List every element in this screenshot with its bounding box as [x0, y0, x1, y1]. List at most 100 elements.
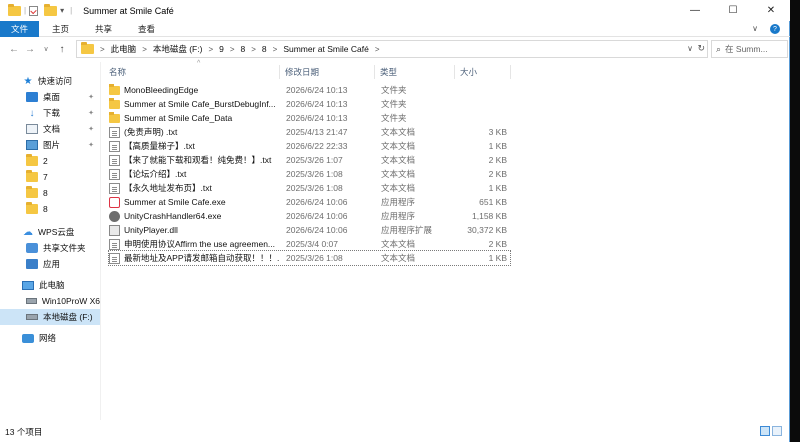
file-name-cell[interactable]: 最新地址及APP请发邮箱自动获取！！！... — [109, 251, 279, 265]
sidebar-quick-access[interactable]: ★ 快速访问 — [0, 73, 100, 89]
sidebar-item-documents[interactable]: 文档 ✦ — [0, 121, 100, 137]
explorer-window: | ▾ | Summer at Smile Café — ☐ ✕ 文件 主页 共… — [0, 0, 790, 442]
properties-icon[interactable] — [29, 5, 39, 16]
file-type: 应用程序扩展 — [381, 225, 433, 235]
column-header-type[interactable]: 类型 — [380, 66, 397, 78]
title-bar: | ▾ | Summer at Smile Café — ☐ ✕ — [0, 0, 790, 21]
sidebar-this-pc[interactable]: 此电脑 — [0, 277, 100, 293]
sidebar-item-label: 2 — [43, 156, 48, 166]
apps-icon — [26, 259, 38, 269]
file-row[interactable]: Summer at Smile Cafe_Data 2026/6/24 10:13… — [109, 111, 510, 125]
file-name-cell[interactable]: (免责声明) .txt — [109, 125, 279, 139]
recent-locations-icon[interactable]: ∨ — [40, 45, 52, 53]
file-row[interactable]: UnityPlayer.dll 2026/6/24 10:06 应用程序扩展 30,3… — [109, 223, 510, 237]
quick-access-dropdown-icon[interactable]: ▾ — [60, 6, 64, 15]
sidebar-item-win10-drive[interactable]: Win10ProW X6 — [0, 293, 100, 309]
file-name-cell[interactable]: 【永久地址发布页】.txt — [109, 181, 279, 195]
file-date: 2025/3/26 1:07 — [286, 155, 343, 165]
breadcrumb-current-folder[interactable]: Summer at Smile Café — [283, 44, 369, 54]
file-row[interactable]: UnityCrashHandler64.exe 2026/6/24 10:06 应用… — [109, 209, 510, 223]
file-row[interactable]: MonoBleedingEdge 2026/6/24 10:13 文件夹 — [109, 83, 510, 97]
breadcrumb-drive[interactable]: 本地磁盘 (F:) — [153, 43, 203, 55]
large-icons-view-icon[interactable] — [772, 426, 782, 436]
tab-view[interactable]: 查看 — [125, 21, 168, 37]
file-row[interactable]: 【永久地址发布页】.txt 2025/3/26 1:08 文本文档 1 KB — [109, 181, 510, 195]
maximize-button[interactable]: ☐ — [714, 0, 752, 21]
file-size: 30,372 KB — [467, 225, 507, 235]
file-row[interactable]: Summer at Smile Cafe.exe 2026/6/24 10:06 应… — [109, 195, 510, 209]
back-arrow-icon[interactable]: ← — [8, 44, 20, 55]
address-bar[interactable]: > 此电脑 > 本地磁盘 (F:) > 9 > 8 > 8 > Summer a… — [76, 40, 708, 58]
tab-file[interactable]: 文件 — [0, 20, 40, 37]
pin-icon: ✦ — [88, 94, 94, 101]
sidebar-wps-cloud[interactable]: ☁ WPS云盘 — [0, 224, 100, 240]
file-row[interactable]: (免责声明) .txt 2025/4/13 21:47 文本文档 3 KB — [109, 125, 510, 139]
file-name-cell[interactable]: 申明使用协议Affirm the use agreemen... — [109, 237, 279, 251]
file-row[interactable]: Summer at Smile Cafe_BurstDebugInf... 202… — [109, 97, 510, 111]
file-size: 1,158 KB — [472, 211, 507, 221]
minimize-button[interactable]: — — [676, 0, 714, 21]
sidebar-item-folder-8a[interactable]: 8 — [0, 185, 100, 201]
file-row[interactable]: 【来了就能下载和观看！纯免费！】.txt 2025/3/26 1:07 文本文档 2 … — [109, 153, 510, 167]
folder-icon — [26, 186, 38, 198]
computer-icon — [22, 280, 34, 290]
file-name: 最新地址及APP请发邮箱自动获取！！！... — [124, 253, 279, 263]
breadcrumb-this-pc[interactable]: 此电脑 — [111, 43, 137, 55]
file-name-cell[interactable]: Summer at Smile Cafe_Data — [109, 111, 279, 125]
expand-ribbon-icon[interactable]: ∨ — [752, 24, 758, 34]
breadcrumb-folder-8a[interactable]: 8 — [241, 44, 246, 54]
column-header-name[interactable]: 名称 — [109, 66, 126, 78]
sidebar-network[interactable]: 网络 — [0, 330, 100, 346]
sidebar-item-downloads[interactable]: ↓ 下载 ✦ — [0, 105, 100, 121]
column-divider[interactable] — [510, 65, 511, 79]
forward-arrow-icon[interactable]: → — [24, 44, 36, 55]
shared-folder-icon — [26, 243, 38, 253]
tab-share[interactable]: 共享 — [82, 21, 125, 37]
column-divider[interactable] — [454, 65, 455, 79]
column-header-size[interactable]: 大小 — [460, 66, 477, 78]
breadcrumb-folder-9[interactable]: 9 — [219, 44, 224, 54]
search-box[interactable]: ⌕ 在 Summ... — [711, 40, 788, 58]
sidebar-item-local-disk-f[interactable]: 本地磁盘 (F:) — [0, 309, 100, 325]
file-row[interactable]: 【高质量梯子】.txt 2026/6/22 22:33 文本文档 1 KB — [109, 139, 510, 153]
breadcrumb-folder-8b[interactable]: 8 — [262, 44, 267, 54]
address-dropdown-icon[interactable]: ∨ — [687, 44, 693, 53]
refresh-icon[interactable]: ↻ — [697, 43, 705, 54]
file-name-cell[interactable]: 【论坛介绍】.txt — [109, 167, 279, 181]
file-row[interactable]: 申明使用协议Affirm the use agreemen... 2025/3/4… — [109, 237, 510, 251]
file-name-cell[interactable]: 【来了就能下载和观看！纯免费！】.txt — [109, 153, 279, 167]
download-icon: ↓ — [29, 108, 35, 119]
file-type: 文件夹 — [381, 85, 407, 95]
column-divider[interactable] — [279, 65, 280, 79]
file-row[interactable]: 最新地址及APP请发邮箱自动获取！！！... 2025/3/26 1:08 文本文档… — [108, 250, 511, 266]
up-arrow-icon[interactable]: ↑ — [56, 44, 68, 55]
file-row[interactable]: 【论坛介绍】.txt 2025/3/26 1:08 文本文档 2 KB — [109, 167, 510, 181]
crumb-separator: > — [100, 44, 105, 54]
sidebar-item-desktop[interactable]: 桌面 ✦ — [0, 89, 100, 105]
file-name-cell[interactable]: Summer at Smile Cafe.exe — [109, 195, 279, 209]
sidebar-item-folder-7[interactable]: 7 — [0, 169, 100, 185]
details-view-icon[interactable] — [760, 426, 770, 436]
sidebar-item-folder-2[interactable]: 2 — [0, 153, 100, 169]
help-icon[interactable]: ? — [770, 24, 780, 34]
file-name-cell[interactable]: MonoBleedingEdge — [109, 83, 279, 97]
column-header-date[interactable]: 修改日期 — [285, 66, 319, 78]
crumb-separator: > — [208, 44, 214, 54]
sidebar-item-apps[interactable]: 应用 — [0, 256, 100, 272]
close-button[interactable]: ✕ — [752, 0, 790, 21]
file-name-cell[interactable]: 【高质量梯子】.txt — [109, 139, 279, 153]
dll-file-icon — [109, 224, 120, 236]
text-file-icon — [109, 182, 120, 194]
sidebar-item-folder-8b[interactable]: 8 — [0, 201, 100, 217]
file-date: 2026/6/24 10:13 — [286, 85, 348, 95]
sidebar-item-shared-folder[interactable]: 共享文件夹 — [0, 240, 100, 256]
pin-icon: ✦ — [88, 142, 94, 149]
file-name-cell[interactable]: UnityPlayer.dll — [109, 223, 279, 237]
sidebar-item-pictures[interactable]: 图片 ✦ — [0, 137, 100, 153]
tab-home[interactable]: 主页 — [39, 21, 82, 37]
file-name-cell[interactable]: UnityCrashHandler64.exe — [109, 209, 279, 223]
new-folder-icon[interactable] — [44, 3, 58, 16]
file-name-cell[interactable]: Summer at Smile Cafe_BurstDebugInf... — [109, 97, 279, 111]
column-divider[interactable] — [374, 65, 375, 79]
sidebar-item-label: 文档 — [43, 124, 61, 134]
